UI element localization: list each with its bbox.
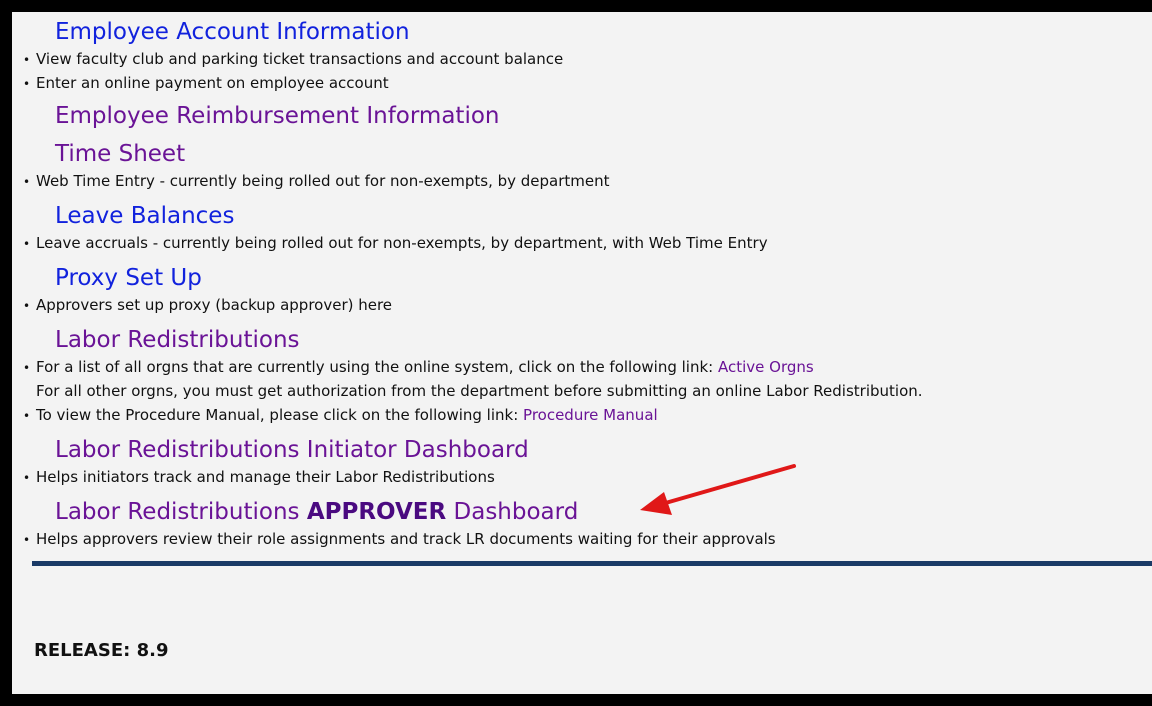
list-item: • Web Time Entry - currently being rolled… xyxy=(23,171,610,192)
list-item-continuation: For all other orgns, you must get author… xyxy=(36,382,923,400)
proxy-setup-link[interactable]: Proxy Set Up xyxy=(55,264,202,292)
list-item-text: Helps initiators track and manage their … xyxy=(36,468,495,486)
section-divider xyxy=(32,561,1152,566)
active-orgns-link[interactable]: Active Orgns xyxy=(718,358,814,376)
list-item: • To view the Procedure Manual, please cl… xyxy=(23,405,658,426)
list-item-text: Web Time Entry - currently being rolled … xyxy=(36,172,610,190)
page-frame: Employee Account Information • View facul… xyxy=(12,12,1152,694)
list-item: • View faculty club and parking ticket tr… xyxy=(23,49,563,70)
employee-reimbursement-link[interactable]: Employee Reimbursement Information xyxy=(55,102,499,130)
labor-redistributions-link[interactable]: Labor Redistributions xyxy=(55,326,300,354)
list-item: • Leave accruals - currently being rolled… xyxy=(23,233,768,254)
list-item: • For a list of all orgns that are curren… xyxy=(23,357,814,378)
approver-dashboard-title-prefix: Labor Redistributions xyxy=(55,499,307,525)
bullet: • xyxy=(23,53,31,67)
release-label: RELEASE: 8.9 xyxy=(34,640,169,661)
list-item-text: For a list of all orgns that are current… xyxy=(36,358,718,376)
list-item-text: Approvers set up proxy (backup approver)… xyxy=(36,296,393,314)
bullet: • xyxy=(23,175,31,189)
approver-dashboard-title-bold: APPROVER xyxy=(306,499,447,525)
bullet: • xyxy=(23,77,31,91)
bullet: • xyxy=(23,237,31,251)
bullet: • xyxy=(23,471,31,485)
list-item: • Approvers set up proxy (backup approver… xyxy=(23,295,392,316)
bullet: • xyxy=(23,361,31,375)
list-item: • Enter an online payment on employee acc… xyxy=(23,73,389,94)
list-item-text: Enter an online payment on employee acco… xyxy=(36,74,389,92)
time-sheet-link[interactable]: Time Sheet xyxy=(55,140,185,168)
list-item-text: Helps approvers review their role assign… xyxy=(36,530,776,548)
bullet: • xyxy=(23,409,31,423)
list-item-text: Leave accruals - currently being rolled … xyxy=(36,234,768,252)
list-item-text: View faculty club and parking ticket tra… xyxy=(36,50,564,68)
bullet: • xyxy=(23,533,31,547)
list-item: • Helps approvers review their role assig… xyxy=(23,529,776,550)
list-item-text: To view the Procedure Manual, please cli… xyxy=(36,406,524,424)
bullet: • xyxy=(23,299,31,313)
procedure-manual-link[interactable]: Procedure Manual xyxy=(523,406,658,424)
leave-balances-link[interactable]: Leave Balances xyxy=(55,202,234,230)
initiator-dashboard-link[interactable]: Labor Redistributions Initiator Dashboar… xyxy=(55,436,529,464)
employee-account-link[interactable]: Employee Account Information xyxy=(55,18,410,46)
list-item: • Helps initiators track and manage their… xyxy=(23,467,495,488)
approver-dashboard-title-suffix: Dashboard xyxy=(446,499,579,525)
approver-dashboard-link[interactable]: Labor Redistributions APPROVER Dashboard xyxy=(55,498,578,526)
